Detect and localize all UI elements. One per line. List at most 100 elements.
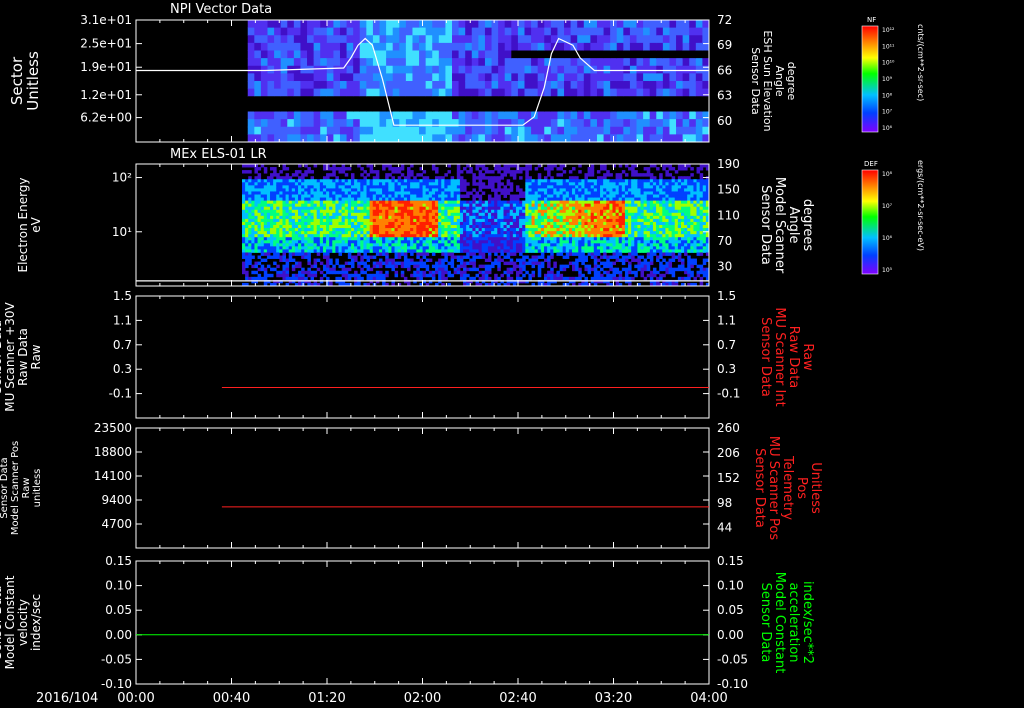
heatmap-cell: [543, 218, 548, 223]
heatmap-cell: [459, 228, 464, 232]
heatmap-cell: [344, 197, 349, 201]
heatmap-cell: [344, 237, 349, 241]
heatmap-cell: [341, 221, 346, 226]
heatmap-cell: [581, 234, 585, 238]
heatmap-cell: [593, 264, 598, 269]
heatmap-cell: [298, 200, 302, 205]
heatmap-cell: [366, 264, 371, 269]
heatmap-cell: [322, 225, 327, 229]
heatmap-cell: [270, 246, 274, 250]
heatmap-cell: [543, 273, 548, 278]
heatmap-cell: [504, 73, 512, 82]
heatmap-cell: [431, 206, 436, 211]
heatmap-cell: [245, 258, 249, 262]
heatmap-cell: [525, 194, 529, 198]
heatmap-cell: [531, 270, 536, 275]
heatmap-cell: [469, 246, 473, 250]
heatmap-cell: [562, 234, 567, 238]
heatmap-cell: [267, 50, 275, 59]
heatmap-cell: [242, 203, 246, 208]
heatmap-cell: [335, 276, 339, 281]
heatmap-cell: [291, 200, 296, 205]
heatmap-cell: [471, 119, 479, 128]
heatmap-cell: [459, 237, 464, 241]
heatmap-cell: [584, 182, 588, 186]
heatmap-cell: [528, 221, 532, 226]
heatmap-cell: [623, 88, 631, 97]
heatmap-cell: [556, 206, 560, 211]
heatmap-cell: [478, 182, 483, 186]
heatmap-cell: [531, 134, 539, 143]
heatmap-cell: [456, 203, 461, 208]
heatmap-cell: [282, 206, 286, 211]
heatmap-cell: [242, 188, 246, 192]
heatmap-cell: [307, 228, 311, 232]
heatmap-cell: [550, 81, 558, 90]
heatmap-cell: [410, 225, 414, 229]
heatmap-cell: [372, 243, 377, 247]
heatmap-cell: [397, 234, 402, 238]
heatmap-cell: [347, 194, 352, 198]
heatmap-cell: [584, 188, 588, 192]
heatmap-cell: [372, 228, 377, 232]
heatmap-cell: [463, 228, 467, 232]
heatmap-cell: [257, 243, 262, 247]
heatmap-cell: [676, 58, 684, 67]
heatmap-cell: [369, 221, 374, 226]
heatmap-cell: [459, 264, 464, 269]
heatmap-cell: [320, 42, 328, 51]
heatmap-cell: [463, 231, 467, 235]
heatmap-cell: [459, 188, 464, 192]
heatmap-cell: [556, 215, 560, 220]
heatmap-cell: [416, 273, 420, 278]
heatmap-cell: [537, 197, 542, 201]
heatmap-cell: [616, 134, 624, 143]
heatmap-cell: [307, 119, 315, 128]
heatmap-cell: [388, 249, 392, 253]
heatmap-cell: [491, 176, 495, 180]
heatmap-cell: [491, 197, 495, 201]
heatmap-cell: [596, 225, 601, 229]
heatmap-cell: [263, 270, 268, 275]
heatmap-cell: [341, 228, 346, 232]
heatmap-cell: [270, 203, 274, 208]
heatmap-cell: [422, 188, 427, 192]
heatmap-cell: [322, 164, 327, 168]
heatmap-cell: [335, 197, 339, 201]
heatmap-cell: [587, 206, 592, 211]
heatmap-cell: [248, 276, 252, 281]
heatmap-cell: [528, 188, 532, 192]
heatmap-cell: [537, 231, 542, 235]
heatmap-cell: [534, 249, 539, 253]
heatmap-cell: [247, 111, 255, 120]
heatmap-cell: [515, 170, 520, 174]
heatmap-cell: [251, 203, 255, 208]
heatmap-cell: [506, 270, 511, 275]
heatmap-cell: [280, 119, 288, 128]
heatmap-cell: [472, 197, 476, 201]
heatmap-cell: [366, 203, 371, 208]
heatmap-cell: [519, 200, 523, 205]
heatmap-cell: [531, 191, 536, 195]
heatmap-cell: [385, 240, 389, 244]
heatmap-cell: [403, 243, 408, 247]
heatmap-cell: [274, 88, 282, 97]
heatmap-cell: [288, 212, 293, 217]
heatmap-cell: [400, 225, 405, 229]
heatmap-cell: [432, 126, 440, 135]
heatmap-cell: [503, 212, 508, 217]
heatmap-cell: [372, 261, 377, 266]
heatmap-cell: [260, 119, 269, 128]
heatmap-cell: [456, 243, 461, 247]
heatmap-cell: [267, 58, 275, 67]
heatmap-cell: [456, 173, 461, 177]
heatmap-cell: [587, 231, 592, 235]
heatmap-cell: [550, 206, 554, 211]
heatmap-cell: [332, 191, 336, 195]
heatmap-cell: [428, 200, 433, 205]
heatmap-cell: [570, 81, 578, 90]
heatmap-cell: [669, 65, 677, 74]
heatmap-cell: [610, 81, 618, 90]
heatmap-cell: [643, 58, 651, 67]
heatmap-cell: [512, 237, 517, 241]
